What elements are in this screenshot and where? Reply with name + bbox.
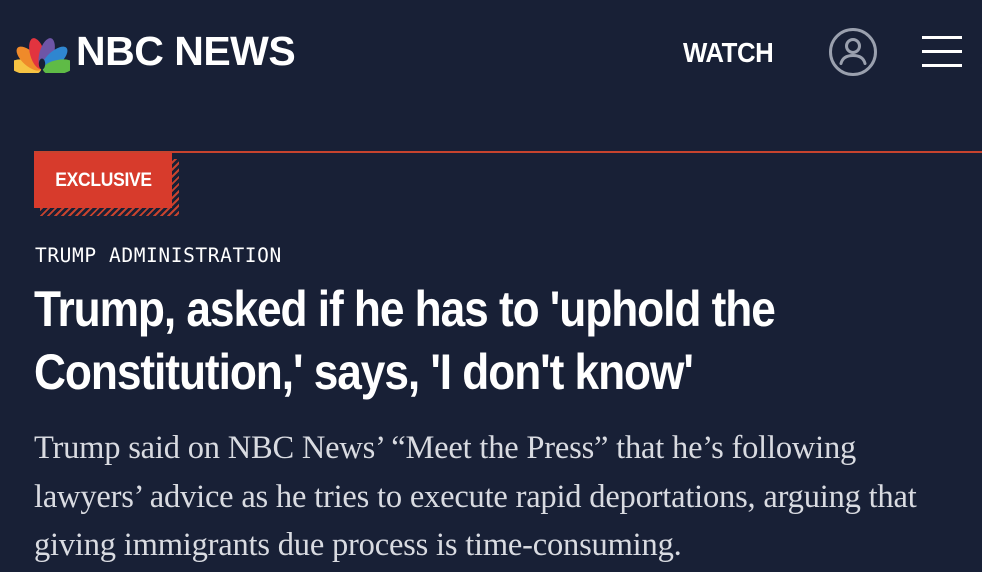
article-dek: Trump said on NBC News’ “Meet the Press”… (34, 430, 917, 563)
brand-name: NBC NEWS (76, 28, 296, 74)
site-header: NBC NEWS WATCH (0, 0, 982, 105)
menu-bar-bottom (922, 64, 962, 67)
article-category-link[interactable]: TRUMP ADMINISTRATION (35, 243, 282, 269)
page: NBC NEWS WATCH EXCLUSIVE TRUMP ADMINISTR… (0, 0, 982, 572)
badge-label: EXCLUSIVE (54, 169, 152, 191)
nbc-peacock-icon (14, 38, 70, 73)
article-headline[interactable]: Trump, asked if he has to 'uphold the Co… (34, 278, 954, 404)
user-circle-icon[interactable] (828, 27, 878, 77)
exclusive-badge: EXCLUSIVE (34, 153, 179, 216)
menu-bar-top (922, 36, 962, 39)
nbc-news-logo[interactable]: NBC NEWS (14, 28, 296, 74)
hamburger-menu-icon[interactable] (922, 34, 964, 70)
menu-bar-middle (922, 50, 962, 53)
badge-box: EXCLUSIVE (34, 153, 172, 208)
peacock-body (38, 58, 46, 70)
watch-link[interactable]: WATCH (683, 36, 774, 70)
